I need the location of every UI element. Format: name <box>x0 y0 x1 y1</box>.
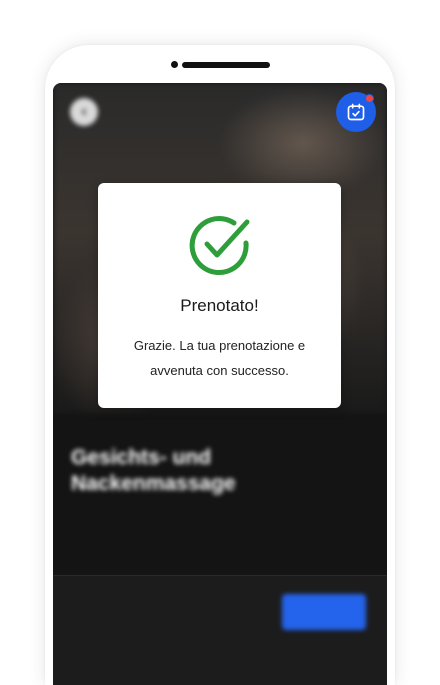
camera-dot <box>171 61 178 68</box>
service-title: Gesichts- und Nackenmassage <box>71 446 236 495</box>
speaker-bar <box>182 62 270 68</box>
success-dialog: Prenotato! Grazie. La tua prenotazione e… <box>98 183 341 408</box>
dialog-title: Prenotato! <box>180 296 259 315</box>
success-check-icon <box>189 216 250 275</box>
notification-badge <box>365 94 374 103</box>
back-button[interactable]: ‹ <box>70 98 98 126</box>
dialog-message: Grazie. La tua prenotazione e avvenuta c… <box>133 338 306 378</box>
calendar-button[interactable] <box>336 92 376 132</box>
back-arrow-icon: ‹ <box>81 103 87 120</box>
book-button[interactable] <box>282 594 366 630</box>
calendar-check-icon <box>347 103 365 121</box>
booking-footer <box>53 575 387 685</box>
